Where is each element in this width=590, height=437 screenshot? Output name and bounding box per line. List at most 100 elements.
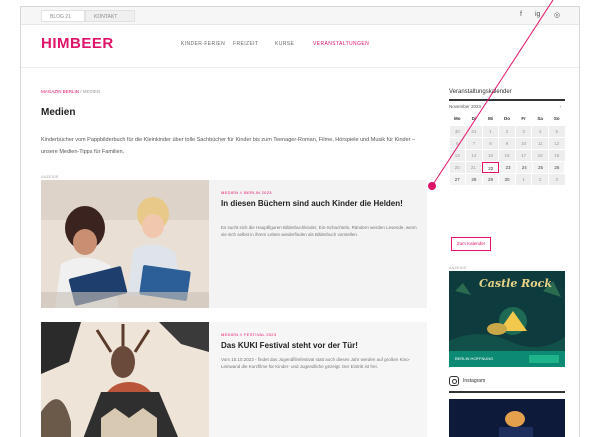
calendar-title-underline bbox=[449, 99, 565, 101]
calendar-day[interactable]: 18 bbox=[532, 149, 548, 161]
instagram-label: Instagram bbox=[463, 378, 486, 384]
ad-cta-button[interactable] bbox=[529, 355, 559, 363]
calendar-day[interactable]: 8 bbox=[482, 137, 499, 149]
calendar-day[interactable]: 12 bbox=[548, 137, 565, 149]
calendar-day[interactable]: 14 bbox=[466, 149, 482, 161]
instagram-underline bbox=[449, 391, 565, 393]
calendar-day[interactable]: 19 bbox=[548, 149, 565, 161]
calendar-day[interactable]: 28 bbox=[466, 173, 482, 185]
weekday-label: Sa bbox=[537, 116, 543, 121]
ad-label: ANZEIGE bbox=[41, 174, 59, 179]
calendar-week-row: 30 31 1 2 3 4 5 bbox=[449, 125, 565, 137]
instagram-section-header: Instagram bbox=[449, 376, 565, 388]
page-title: Medien bbox=[41, 107, 76, 118]
top-utility-bar: BLOG 21 KONTAKT f ig ◎ bbox=[21, 7, 579, 25]
calendar-button[interactable]: Zum Kalender bbox=[451, 237, 491, 251]
page-intro: Kinderbücher vom Pappbilderbuch für die … bbox=[41, 137, 416, 155]
sidebar-ad-banner[interactable]: Castle Rock BERLIN HOFFNUNG bbox=[449, 271, 565, 367]
instagram-icon[interactable]: ig bbox=[535, 11, 540, 18]
calendar-day[interactable]: 26 bbox=[549, 161, 565, 173]
article-headline[interactable]: In diesen Büchern sind auch Kinder die H… bbox=[221, 198, 417, 209]
calendar-week-row: 20 21 22 23 24 25 26 bbox=[449, 161, 565, 173]
calendar-day[interactable]: 24 bbox=[516, 161, 532, 173]
ad-title: Castle Rock bbox=[479, 277, 552, 290]
window-left-margin bbox=[0, 6, 20, 437]
topbar-tab-kontakt[interactable]: KONTAKT bbox=[85, 10, 135, 22]
search-icon[interactable]: ◎ bbox=[554, 11, 560, 19]
article-meta: MEDIEN // FESTIVAL 2023 bbox=[221, 332, 277, 337]
weekday-label: Fr bbox=[521, 116, 526, 121]
calendar-day[interactable]: 10 bbox=[515, 137, 532, 149]
calendar-day[interactable]: 27 bbox=[449, 173, 466, 185]
breadcrumb: MAGAZIN BERLIN / MEDIEN bbox=[41, 89, 100, 94]
breadcrumb-current: MEDIEN bbox=[82, 89, 101, 94]
calendar-day[interactable]: 9 bbox=[499, 137, 515, 149]
calendar-day[interactable]: 16 bbox=[499, 149, 515, 161]
header-divider bbox=[21, 67, 579, 68]
calendar-day[interactable]: 21 bbox=[465, 161, 482, 173]
calendar-day[interactable]: 30 bbox=[499, 173, 515, 185]
ad-footer-bar: BERLIN HOFFNUNG bbox=[449, 351, 565, 367]
nav-item-kurse[interactable]: KURSE bbox=[275, 41, 294, 47]
site-logo[interactable]: HIMBEER bbox=[41, 35, 114, 52]
article-headline[interactable]: Das KUKI Festival steht vor der Tür! bbox=[221, 340, 417, 351]
calendar-day[interactable]: 1 bbox=[515, 173, 532, 185]
calendar-day[interactable]: 2 bbox=[532, 173, 548, 185]
festival-illustration bbox=[41, 322, 209, 437]
website-page: BLOG 21 KONTAKT f ig ◎ HIMBEER KINDER-FE… bbox=[20, 6, 580, 437]
calendar-month-header: November 2023 › bbox=[449, 104, 565, 113]
calendar-month-label: November 2023 bbox=[449, 104, 482, 109]
calendar-weekday-row: Mo Di Mi Do Fr Sa So bbox=[449, 113, 565, 125]
calendar-day[interactable]: 5 bbox=[548, 125, 565, 137]
kids-reading-illustration bbox=[41, 180, 209, 308]
instagram-post-artwork bbox=[449, 399, 565, 437]
facebook-icon[interactable]: f bbox=[520, 11, 522, 18]
calendar-day[interactable]: 22 bbox=[482, 161, 500, 173]
nav-item-kinder-ferien[interactable]: KINDER-FERIEN bbox=[181, 41, 225, 47]
article-card[interactable]: MEDIEN // BERLIN 2023 In diesen Büchern … bbox=[41, 180, 427, 308]
weekday-label: Mo bbox=[454, 116, 461, 121]
chevron-right-icon[interactable]: › bbox=[560, 104, 562, 109]
calendar-day[interactable]: 3 bbox=[515, 125, 532, 137]
calendar-week-row: 27 28 29 30 1 2 3 bbox=[449, 173, 565, 185]
calendar-day[interactable]: 15 bbox=[482, 149, 499, 161]
calendar-day[interactable]: 17 bbox=[515, 149, 532, 161]
calendar-day[interactable]: 2 bbox=[499, 125, 515, 137]
article-meta: MEDIEN // BERLIN 2023 bbox=[221, 190, 272, 195]
calendar-day[interactable]: 7 bbox=[466, 137, 482, 149]
article-teaser: Es sucht sich die Hauptfiguren Bilderbuc… bbox=[221, 225, 417, 237]
calendar-day[interactable]: 20 bbox=[449, 161, 465, 173]
calendar-day[interactable]: 31 bbox=[466, 125, 482, 137]
instagram-post-image[interactable] bbox=[449, 399, 565, 437]
article-image-kids-reading[interactable] bbox=[41, 180, 209, 308]
calendar-day[interactable]: 25 bbox=[532, 161, 549, 173]
instagram-icon bbox=[449, 376, 459, 386]
calendar-title: Veranstaltungskalender bbox=[449, 89, 512, 95]
article-image-festival[interactable] bbox=[41, 322, 209, 437]
nav-item-veranstaltungen[interactable]: VERANSTALTUNGEN bbox=[313, 41, 369, 47]
calendar-grid: 30 31 1 2 3 4 5 6 7 8 9 10 11 12 13 14 15 16 17 18 19 20 21 22 2… bbox=[449, 125, 565, 185]
weekday-label: So bbox=[553, 116, 560, 121]
calendar-day[interactable]: 4 bbox=[532, 125, 548, 137]
article-teaser: Vom 15.10.2023 - findet das Jugendfilmfe… bbox=[221, 357, 411, 369]
topbar-tab-blog[interactable]: BLOG 21 bbox=[41, 10, 85, 22]
calendar-day[interactable]: 3 bbox=[548, 173, 565, 185]
nav-item-freizeit[interactable]: FREIZEIT bbox=[233, 41, 258, 47]
calendar-day[interactable]: 13 bbox=[449, 149, 466, 161]
calendar-day[interactable]: 1 bbox=[482, 125, 499, 137]
weekday-label: Di bbox=[471, 116, 477, 121]
calendar-day[interactable]: 11 bbox=[532, 137, 548, 149]
window-right-margin bbox=[580, 6, 590, 437]
sidebar-ad-label: ANZEIGE bbox=[449, 265, 467, 270]
calendar-day[interactable]: 23 bbox=[500, 161, 516, 173]
article-card[interactable]: MEDIEN // FESTIVAL 2023 Das KUKI Festiva… bbox=[41, 322, 427, 437]
ad-footer-label: BERLIN HOFFNUNG bbox=[455, 356, 494, 361]
calendar-day[interactable]: 29 bbox=[482, 173, 499, 185]
weekday-label: Mi bbox=[487, 116, 493, 121]
breadcrumb-parent[interactable]: MAGAZIN BERLIN bbox=[41, 89, 79, 94]
calendar-day[interactable]: 6 bbox=[449, 137, 466, 149]
calendar-day[interactable]: 30 bbox=[449, 125, 466, 137]
calendar-week-row: 13 14 15 16 17 18 19 bbox=[449, 149, 565, 161]
calendar-week-row: 6 7 8 9 10 11 12 bbox=[449, 137, 565, 149]
event-calendar: November 2023 › Mo Di Mi Do Fr Sa So 30 3… bbox=[449, 104, 565, 185]
